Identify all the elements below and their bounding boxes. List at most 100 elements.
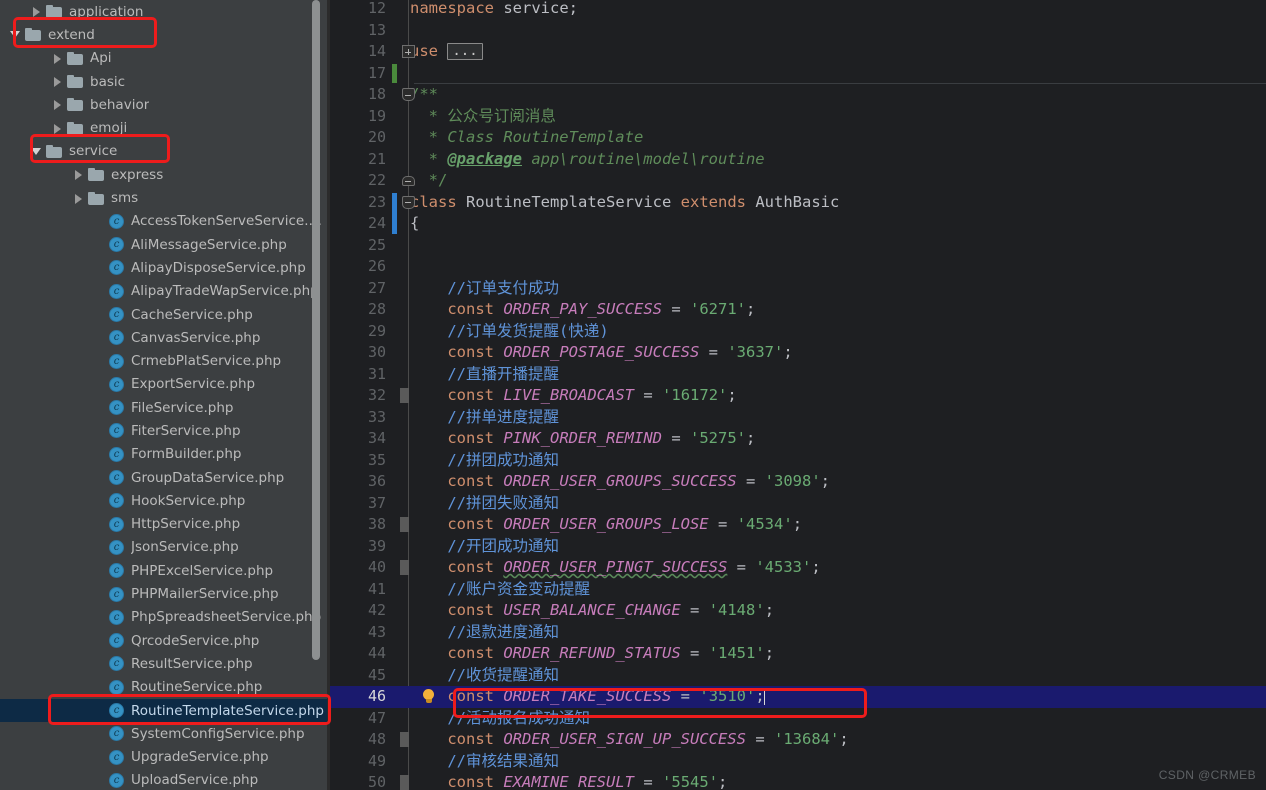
fold-collapse-icon-23[interactable] [401, 195, 415, 209]
chevron-down-icon[interactable] [10, 29, 21, 40]
tree-item-fileservice-php[interactable]: c FileService.php [0, 396, 330, 419]
chevron-right-icon[interactable] [73, 169, 84, 181]
code-line-46[interactable]: 46 const ORDER_TAKE_SUCCESS = '3510'; [330, 686, 1266, 708]
code-line-29[interactable]: 29 //订单发货提醒(快递) [330, 321, 1266, 343]
tree-item-systemconfigservice-php[interactable]: c SystemConfigService.php [0, 722, 330, 745]
tree-item-routinetemplateservice-php[interactable]: c RoutineTemplateService.php [0, 698, 330, 723]
code-editor[interactable]: 12 namespace service; 13 14 use ... 17 18/** 19… [330, 0, 1266, 790]
tree-item-application[interactable]: application [0, 0, 330, 23]
tree-item-extend[interactable]: extend [0, 23, 330, 46]
chevron-right-icon[interactable] [73, 193, 84, 204]
tree-item-routineservice-php[interactable]: c RoutineService.php [0, 676, 330, 699]
tree-item-httpservice-php[interactable]: c HttpService.php [0, 513, 330, 536]
project-tree-scrollbar[interactable] [312, 0, 320, 660]
gutter-change-chunk-32[interactable] [400, 388, 409, 403]
code-line-33[interactable]: 33 //拼单进度提醒 [330, 407, 1266, 429]
project-tree[interactable]: application extend Api basic behavior emoji se… [0, 0, 330, 790]
code-line-43[interactable]: 43 //退款进度通知 [330, 622, 1266, 644]
tree-item-api[interactable]: Api [0, 47, 330, 70]
code-text-32: const LIVE_BROADCAST = '16172'; [447, 386, 737, 404]
code-line-20[interactable]: 20 * Class RoutineTemplate [330, 127, 1266, 149]
code-line-17[interactable]: 17 [330, 63, 1266, 85]
tree-item-basic[interactable]: basic [0, 70, 330, 93]
tree-item-fiterservice-php[interactable]: c FiterService.php [0, 419, 330, 442]
code-line-12[interactable]: 12 namespace service; [330, 0, 1266, 20]
tree-item-phpexcelservice-php[interactable]: c PHPExcelService.php [0, 559, 330, 582]
code-line-27[interactable]: 27 //订单支付成功 [330, 278, 1266, 300]
intention-bulb-icon-46[interactable] [422, 689, 435, 705]
code-line-48[interactable]: 48 const ORDER_USER_SIGN_UP_SUCCESS = '1… [330, 729, 1266, 751]
gutter-change-chunk-38[interactable] [400, 517, 409, 532]
code-line-13[interactable]: 13 [330, 20, 1266, 42]
chevron-right-icon[interactable] [52, 123, 63, 134]
code-line-26[interactable]: 26 [330, 256, 1266, 278]
code-line-36[interactable]: 36 const ORDER_USER_GROUPS_SUCCESS = '30… [330, 471, 1266, 493]
tree-item-cacheservice-php[interactable]: c CacheService.php [0, 303, 330, 326]
code-line-18[interactable]: 18/** [330, 84, 1266, 106]
vcs-modified-marker[interactable] [392, 192, 397, 234]
fold-region-end-icon-22[interactable] [401, 176, 415, 186]
code-line-40[interactable]: 40 const ORDER_USER_PINGT_SUCCESS = '453… [330, 557, 1266, 579]
tree-item-alipaytradewapservice-php[interactable]: c AlipayTradeWapService.php [0, 280, 330, 303]
tree-item-hookservice-php[interactable]: c HookService.php [0, 489, 330, 512]
tree-item-groupdataservice-php[interactable]: c GroupDataService.php [0, 466, 330, 489]
tree-item-jsonservice-php[interactable]: c JsonService.php [0, 536, 330, 559]
tree-item-accesstokenserveservice-php[interactable]: c AccessTokenServeService.php [0, 210, 330, 233]
tree-item-crmebplatservice-php[interactable]: c CrmebPlatService.php [0, 349, 330, 372]
tree-item-phpspreadsheetservice-php[interactable]: c PhpSpreadsheetService.php [0, 606, 330, 629]
chevron-right-icon[interactable] [52, 53, 63, 64]
code-line-30[interactable]: 30 const ORDER_POSTAGE_SUCCESS = '3637'; [330, 342, 1266, 364]
code-line-24[interactable]: 24 { [330, 213, 1266, 235]
code-line-23[interactable]: 23 class RoutineTemplateService extends A… [330, 192, 1266, 214]
tree-item-resultservice-php[interactable]: c ResultService.php [0, 652, 330, 675]
chevron-down-icon[interactable] [31, 146, 42, 157]
code-line-22[interactable]: 22 */ [330, 170, 1266, 192]
chevron-right-icon[interactable] [52, 99, 63, 111]
code-text-22: */ [410, 171, 448, 189]
code-line-38[interactable]: 38 const ORDER_USER_GROUPS_LOSE = '4534'… [330, 514, 1266, 536]
code-line-21[interactable]: 21 * @package app\routine\model\routine [330, 149, 1266, 171]
tree-item-canvasservice-php[interactable]: c CanvasService.php [0, 326, 330, 349]
code-line-37[interactable]: 37 //拼团失败通知 [330, 493, 1266, 515]
tree-item-formbuilder-php[interactable]: c FormBuilder.php [0, 443, 330, 466]
code-line-45[interactable]: 45 //收货提醒通知 [330, 665, 1266, 687]
code-line-49[interactable]: 49 //审核结果通知 [330, 751, 1266, 773]
tree-item-alimessageservice-php[interactable]: c AliMessageService.php [0, 233, 330, 256]
code-line-25[interactable]: 25 [330, 235, 1266, 257]
code-line-19[interactable]: 19 * 公众号订阅消息 [330, 106, 1266, 128]
gutter-change-chunk-48[interactable] [400, 732, 409, 747]
chevron-right-icon[interactable] [31, 6, 42, 18]
fold-expand-icon-14[interactable] [401, 45, 415, 58]
code-line-32[interactable]: 32 const LIVE_BROADCAST = '16172'; [330, 385, 1266, 407]
code-line-14[interactable]: 14 use ... [330, 41, 1266, 63]
tree-item-phpmailerservice-php[interactable]: c PHPMailerService.php [0, 582, 330, 605]
tree-item-express[interactable]: express [0, 163, 330, 186]
code-line-47[interactable]: 47 //活动报名成功通知 [330, 708, 1266, 730]
code-line-42[interactable]: 42 const USER_BALANCE_CHANGE = '4148'; [330, 600, 1266, 622]
code-line-50[interactable]: 50 const EXAMINE_RESULT = '5545'; [330, 772, 1266, 790]
code-line-31[interactable]: 31 //直播开播提醒 [330, 364, 1266, 386]
gutter-change-chunk-40[interactable] [400, 560, 409, 575]
code-line-41[interactable]: 41 //账户资金变动提醒 [330, 579, 1266, 601]
tree-item-emoji[interactable]: emoji [0, 116, 330, 139]
code-line-28[interactable]: 28 const ORDER_PAY_SUCCESS = '6271'; [330, 299, 1266, 321]
gutter-change-chunk-50[interactable] [400, 775, 409, 790]
tree-item-qrcodeservice-php[interactable]: c QrcodeService.php [0, 629, 330, 652]
code-line-35[interactable]: 35 //拼团成功通知 [330, 450, 1266, 472]
tree-item-upgradeservice-php[interactable]: c UpgradeService.php [0, 746, 330, 769]
code-line-39[interactable]: 39 //开团成功通知 [330, 536, 1266, 558]
code-line-34[interactable]: 34 const PINK_ORDER_REMIND = '5275'; [330, 428, 1266, 450]
tree-item-sms[interactable]: sms [0, 186, 330, 209]
tree-item-behavior[interactable]: behavior [0, 93, 330, 116]
php-class-icon: c [109, 237, 124, 253]
tree-item-alipaydisposeservice-php[interactable]: c AlipayDisposeService.php [0, 256, 330, 279]
fold-collapse-icon-18[interactable] [401, 88, 415, 101]
vcs-added-marker-17[interactable] [392, 63, 397, 83]
chevron-right-icon[interactable] [52, 76, 63, 88]
tree-item-exportservice-php[interactable]: c ExportService.php [0, 373, 330, 396]
project-tree-panel[interactable]: application extend Api basic behavior emoji se… [0, 0, 330, 790]
tree-item-service[interactable]: service [0, 140, 330, 163]
tree-item-uploadservice-php[interactable]: c UploadService.php [0, 769, 330, 790]
code-line-44[interactable]: 44 const ORDER_REFUND_STATUS = '1451'; [330, 643, 1266, 665]
php-class-icon: c [109, 609, 124, 625]
